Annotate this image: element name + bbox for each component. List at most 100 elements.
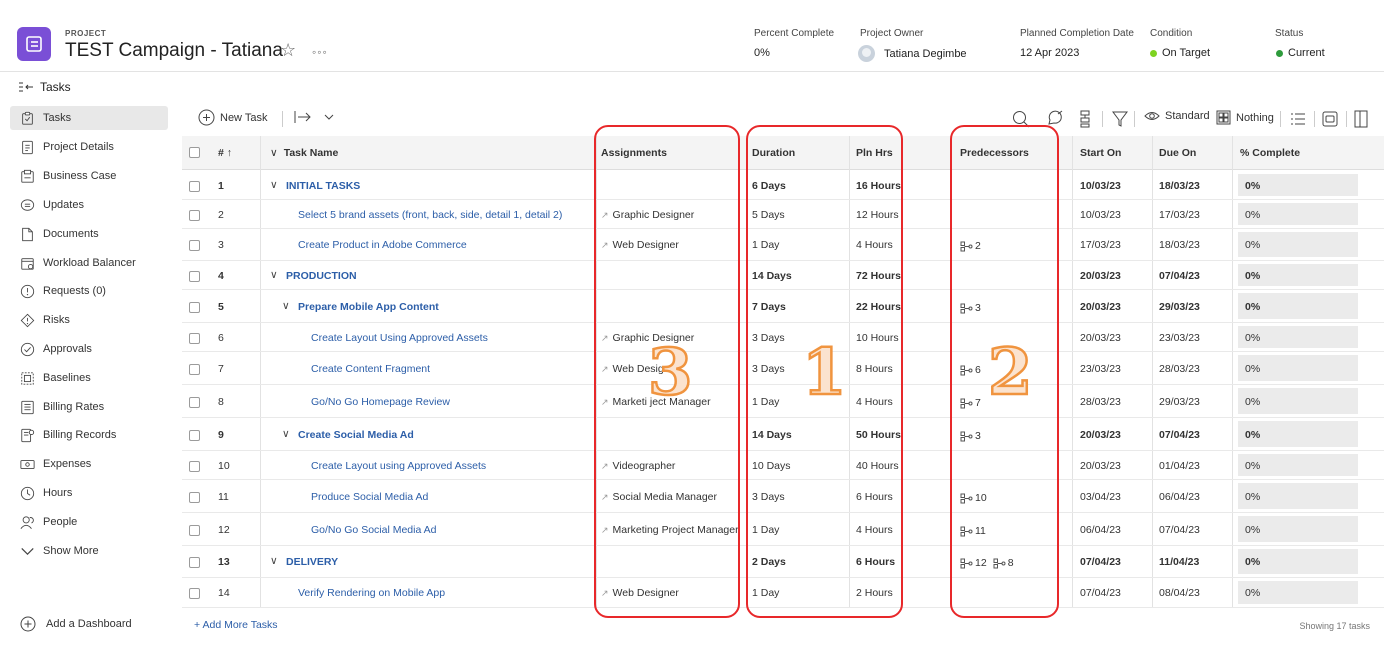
task-name-link[interactable]: Produce Social Media Ad [311,491,428,503]
start-date-cell[interactable]: 10/03/23 [1080,180,1121,192]
due-date-cell[interactable]: 08/04/23 [1159,587,1200,599]
project-owner-value[interactable]: Tatiana Degimbe [858,45,967,62]
task-name-link[interactable]: PRODUCTION [286,270,357,282]
due-date-cell[interactable]: 28/03/23 [1159,363,1200,375]
sidebar-item-show-more[interactable]: Show More [10,539,168,563]
chevron-down-icon[interactable]: ∨ [270,179,278,191]
row-checkbox[interactable] [189,430,200,441]
start-date-cell[interactable]: 03/04/23 [1080,491,1121,503]
chevron-down-icon[interactable]: ∨ [282,428,290,440]
sidebar-item-business-case[interactable]: Business Case [10,164,168,188]
due-date-cell[interactable]: 17/03/23 [1159,209,1200,221]
task-name-link[interactable]: Create Layout Using Approved Assets [311,332,488,344]
column-header-task-name[interactable]: ∨ Task Name [270,147,338,159]
row-checkbox[interactable] [189,525,200,536]
task-name-link[interactable]: Create Content Fragment [311,363,430,375]
new-task-button[interactable]: New Task [198,109,267,126]
due-date-cell[interactable]: 18/03/23 [1159,239,1200,251]
due-date-cell[interactable]: 06/04/23 [1159,491,1200,503]
task-name-link[interactable]: Verify Rendering on Mobile App [298,587,445,599]
task-name-link[interactable]: INITIAL TASKS [286,180,360,192]
list-settings-icon[interactable] [1290,112,1306,126]
breadcrumb[interactable]: Tasks [18,80,71,94]
row-checkbox[interactable] [189,333,200,344]
sidebar-item-hours[interactable]: Hours [10,481,168,505]
due-date-cell[interactable]: 07/04/23 [1159,429,1200,441]
sidebar-item-updates[interactable]: Updates [10,193,168,217]
start-date-cell[interactable]: 28/03/23 [1080,396,1121,408]
view-selector[interactable]: Standard [1144,110,1210,122]
start-date-cell[interactable]: 07/04/23 [1080,587,1121,599]
due-date-cell[interactable]: 07/04/23 [1159,270,1200,282]
collapse-nav-icon[interactable] [18,81,34,93]
row-checkbox[interactable] [189,557,200,568]
sidebar-item-billing-records[interactable]: Billing Records [10,423,168,447]
task-name-link[interactable]: Create Layout using Approved Assets [311,460,486,472]
due-date-cell[interactable]: 23/03/23 [1159,332,1200,344]
sidebar-item-tasks[interactable]: Tasks [10,106,168,130]
sidebar-item-workload-balancer[interactable]: Workload Balancer [10,251,168,275]
move-tasks-button[interactable] [294,110,335,124]
chevron-down-icon[interactable]: ∨ [270,269,278,281]
side-panel-icon[interactable] [1354,110,1368,128]
due-date-cell[interactable]: 18/03/23 [1159,180,1200,192]
start-date-cell[interactable]: 20/03/23 [1080,301,1121,313]
grouping-selector[interactable]: Nothing [1216,110,1274,125]
sidebar-item-documents[interactable]: Documents [10,222,168,246]
task-name-link[interactable]: Create Social Media Ad [298,429,414,441]
start-date-cell[interactable]: 20/03/23 [1080,460,1121,472]
due-date-cell[interactable]: 11/04/23 [1159,556,1199,568]
start-date-cell[interactable]: 06/04/23 [1080,524,1121,536]
timeline-icon[interactable] [1322,110,1338,128]
start-date-cell[interactable]: 10/03/23 [1080,209,1121,221]
task-name-link[interactable]: Go/No Go Social Media Ad [311,524,436,536]
due-date-cell[interactable]: 29/03/23 [1159,301,1200,313]
select-all-checkbox[interactable] [189,147,200,158]
row-checkbox[interactable] [189,492,200,503]
task-name-link[interactable]: Create Product in Adobe Commerce [298,239,467,251]
start-date-cell[interactable]: 07/04/23 [1080,556,1121,568]
sidebar-item-requests-0[interactable]: Requests (0) [10,279,168,303]
row-checkbox[interactable] [189,181,200,192]
row-checkbox[interactable] [189,240,200,251]
sidebar-item-risks[interactable]: Risks [10,308,168,332]
sidebar-item-billing-rates[interactable]: Billing Rates [10,395,168,419]
status-value[interactable]: Current [1276,47,1325,59]
row-checkbox[interactable] [189,397,200,408]
column-header-start-on[interactable]: Start On [1080,147,1121,159]
task-name-link[interactable]: Prepare Mobile App Content [298,301,439,313]
add-more-tasks-link[interactable]: + Add More Tasks [194,619,278,631]
column-header-number[interactable]: # ↑ [218,147,232,159]
start-date-cell[interactable]: 20/03/23 [1080,429,1121,441]
row-checkbox[interactable] [189,302,200,313]
star-icon[interactable]: ☆ [280,40,296,61]
task-name-link[interactable]: Select 5 brand assets (front, back, side… [298,209,562,221]
more-options-icon[interactable]: ◦◦◦ [312,45,328,59]
add-dashboard-button[interactable]: Add a Dashboard [20,616,132,632]
start-date-cell[interactable]: 20/03/23 [1080,270,1121,282]
due-date-cell[interactable]: 01/04/23 [1159,460,1200,472]
sidebar-item-approvals[interactable]: Approvals [10,337,168,361]
sidebar-item-project-details[interactable]: Project Details [10,135,168,159]
start-date-cell[interactable]: 23/03/23 [1080,363,1121,375]
row-checkbox[interactable] [189,588,200,599]
start-date-cell[interactable]: 20/03/23 [1080,332,1121,344]
due-date-cell[interactable]: 29/03/23 [1159,396,1200,408]
row-checkbox[interactable] [189,210,200,221]
sidebar-item-baselines[interactable]: Baselines [10,366,168,390]
row-checkbox[interactable] [189,271,200,282]
task-name-link[interactable]: DELIVERY [286,556,338,568]
hierarchy-icon[interactable] [1078,110,1094,128]
start-date-cell[interactable]: 17/03/23 [1080,239,1121,251]
chevron-down-icon[interactable]: ∨ [270,555,278,567]
column-header-percent-complete[interactable]: % Complete [1240,147,1300,159]
filter-icon[interactable] [1112,110,1128,128]
sidebar-item-people[interactable]: People [10,510,168,534]
row-checkbox[interactable] [189,364,200,375]
condition-value[interactable]: On Target [1150,47,1210,59]
sidebar-item-expenses[interactable]: Expenses [10,452,168,476]
row-checkbox[interactable] [189,461,200,472]
column-header-due-on[interactable]: Due On [1159,147,1196,159]
task-name-link[interactable]: Go/No Go Homepage Review [311,396,450,408]
due-date-cell[interactable]: 07/04/23 [1159,524,1200,536]
